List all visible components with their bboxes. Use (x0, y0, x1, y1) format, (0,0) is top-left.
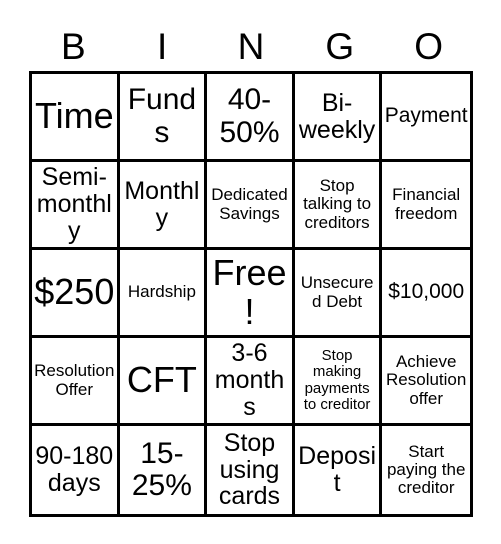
bingo-cell-label: Monthly (124, 176, 200, 232)
bingo-header: B I N G O (29, 22, 473, 71)
bingo-card: B I N G O Time Funds 40-50% Bi-weekly Paymen… (0, 0, 501, 544)
bingo-cell[interactable]: 90-180 days (32, 426, 120, 514)
bingo-cell-label: $10,000 (388, 280, 465, 304)
bingo-cell[interactable]: Bi-weekly (294, 74, 383, 162)
bingo-header-letter-n: N (237, 26, 265, 67)
bingo-header-letter-g: G (325, 26, 355, 67)
bingo-cell-label: Start paying the creditor (386, 441, 466, 498)
bingo-cell-label: 40-50% (219, 83, 280, 149)
bingo-cell[interactable]: Resolution Offer (32, 338, 120, 426)
bingo-cell-label: 3-6 months (214, 339, 285, 421)
bingo-cell[interactable]: CFT (119, 338, 208, 426)
bingo-cell[interactable]: Stop talking to creditors (294, 162, 383, 250)
bingo-cell[interactable]: Hardship (119, 250, 208, 338)
bingo-cell[interactable]: Payment (382, 74, 470, 162)
bingo-cell-label: Stop talking to creditors (303, 176, 372, 232)
bingo-cell-label: Funds (127, 83, 197, 149)
bingo-cell[interactable]: 40-50% (207, 74, 295, 162)
bingo-cell[interactable]: Semi-monthly (32, 162, 120, 250)
bingo-cell[interactable]: Achieve Resolution offer (382, 338, 470, 426)
bingo-cell-label: $250 (34, 271, 115, 313)
bingo-cell[interactable]: Funds (119, 74, 208, 162)
bingo-free-space[interactable]: Free! (207, 250, 295, 338)
bingo-cell-label: Time (34, 95, 114, 137)
bingo-header-letter-o: O (414, 26, 443, 67)
bingo-cell-label: Financial freedom (392, 185, 461, 223)
bingo-cell-label: Bi-weekly (298, 88, 376, 144)
bingo-cell-label: Stop making payments to creditor (303, 347, 371, 413)
bingo-cell-label: 15-25% (131, 436, 192, 502)
bingo-cell[interactable]: Financial freedom (382, 162, 470, 250)
bingo-cell-label: Dedicated Savings (211, 185, 288, 223)
bingo-cell-label: Resolution Offer (34, 361, 115, 399)
bingo-cell[interactable]: $250 (32, 250, 120, 338)
bingo-cell-label: Stop using cards (218, 428, 281, 511)
bingo-cell[interactable]: Stop making payments to creditor (294, 338, 383, 426)
bingo-cell[interactable]: Stop using cards (207, 426, 295, 514)
bingo-grid: Time Funds 40-50% Bi-weekly Payment Semi-mont… (29, 71, 473, 517)
bingo-cell-label: Achieve Resolution offer (386, 352, 467, 408)
bingo-cell[interactable]: Time (32, 74, 120, 162)
bingo-cell[interactable]: Monthly (119, 162, 208, 250)
bingo-cell[interactable]: 3-6 months (207, 338, 295, 426)
bingo-cell-label: Deposit (298, 442, 376, 497)
bingo-cell[interactable]: Start paying the creditor (382, 426, 470, 514)
bingo-cell-label: Free! (212, 251, 287, 332)
bingo-cell-label: CFT (126, 359, 197, 401)
bingo-header-letter-i: I (157, 26, 168, 67)
bingo-cell[interactable]: Unsecured Debt (294, 250, 383, 338)
bingo-header-letter-b: B (61, 26, 86, 67)
bingo-cell[interactable]: Dedicated Savings (207, 162, 295, 250)
bingo-cell-label: Payment (384, 104, 468, 128)
bingo-cell[interactable]: Deposit (295, 426, 383, 514)
bingo-cell-label: Hardship (127, 282, 196, 302)
bingo-cell-label: Semi-monthly (36, 163, 112, 245)
bingo-cell-label: Unsecured Debt (300, 273, 374, 311)
bingo-cell[interactable]: 15-25% (120, 426, 208, 514)
bingo-cell-label: 90-180 days (35, 442, 114, 497)
bingo-cell[interactable]: $10,000 (382, 250, 470, 338)
